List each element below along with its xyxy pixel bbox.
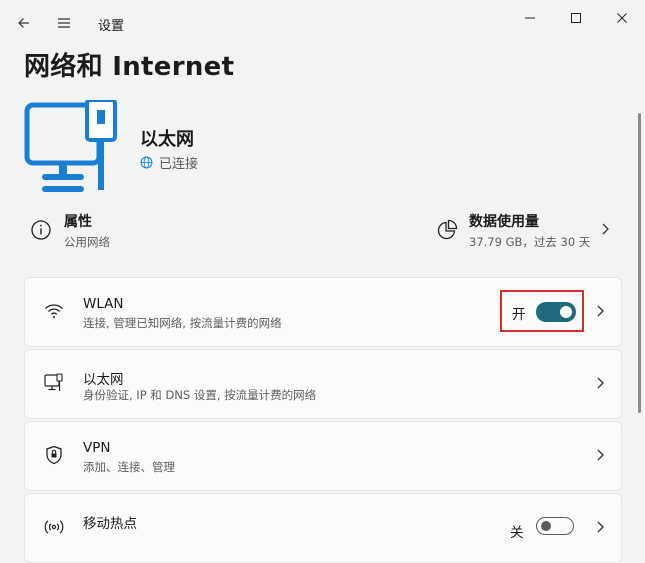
wlan-toggle-highlight: 开	[500, 290, 584, 332]
shield-icon	[43, 444, 65, 466]
mobile-hotspot-title: 移动热点	[83, 516, 137, 532]
data-usage-title: 数据使用量	[469, 214, 539, 230]
hotspot-toggle-switch[interactable]	[536, 517, 574, 535]
wlan-subtitle: 连接, 管理已知网络, 按流量计费的网络	[83, 316, 282, 330]
connection-status: 已连接	[140, 153, 198, 172]
scrollbar-thumb[interactable]	[638, 113, 641, 413]
properties-subtitle: 公用网络	[64, 235, 110, 249]
maximize-icon	[571, 13, 581, 23]
chevron-right-icon	[597, 377, 604, 389]
minimize-button[interactable]	[507, 2, 553, 34]
toggle-knob	[541, 521, 551, 531]
chevron-right-icon	[597, 521, 604, 533]
ethernet-card[interactable]: 以太网 身份验证, IP 和 DNS 设置, 按流量计费的网络	[24, 349, 622, 419]
app-title: 设置	[98, 19, 125, 34]
chevron-right-icon	[597, 449, 604, 461]
vpn-subtitle: 添加、连接、管理	[83, 460, 175, 474]
title-bar: 设置	[0, 0, 645, 46]
hamburger-menu-icon	[58, 18, 70, 28]
back-arrow-icon	[18, 18, 29, 28]
connection-status-text: 已连接	[159, 157, 199, 172]
globe-icon	[140, 156, 153, 169]
ethernet-icon	[43, 372, 65, 394]
wlan-card[interactable]: WLAN 连接, 管理已知网络, 按流量计费的网络 开	[24, 277, 622, 347]
ethernet-monitor-icon	[24, 100, 117, 192]
close-icon	[617, 13, 627, 23]
connection-name: 以太网	[140, 129, 194, 150]
chevron-right-icon	[597, 305, 604, 317]
maximize-button[interactable]	[553, 2, 599, 34]
info-icon	[31, 220, 51, 240]
ethernet-subtitle: 身份验证, IP 和 DNS 设置, 按流量计费的网络	[83, 388, 317, 402]
hotspot-toggle-label: 关	[510, 525, 524, 541]
chevron-right-icon	[602, 223, 609, 235]
pie-chart-icon	[437, 219, 458, 240]
page-title: 网络和 Internet	[24, 52, 235, 82]
wlan-title: WLAN	[83, 296, 124, 312]
wlan-toggle-label: 开	[512, 307, 526, 323]
ethernet-title: 以太网	[83, 372, 124, 388]
data-usage-link[interactable]: 数据使用量 37.79 GB，过去 30 天	[436, 207, 616, 255]
back-button[interactable]	[9, 8, 39, 38]
data-usage-subtitle: 37.79 GB，过去 30 天	[469, 235, 591, 249]
vpn-card[interactable]: VPN 添加、连接、管理	[24, 421, 622, 491]
wlan-toggle-switch[interactable]	[536, 302, 576, 322]
toggle-knob	[560, 306, 572, 318]
close-button[interactable]	[599, 2, 645, 34]
connection-hero: 以太网 已连接	[24, 100, 624, 200]
vpn-title: VPN	[83, 440, 111, 456]
minimize-icon	[525, 17, 535, 19]
menu-button[interactable]	[49, 8, 79, 38]
mobile-hotspot-card[interactable]: 移动热点 关	[24, 493, 622, 563]
wifi-icon	[43, 300, 65, 322]
properties-title: 属性	[64, 214, 92, 230]
